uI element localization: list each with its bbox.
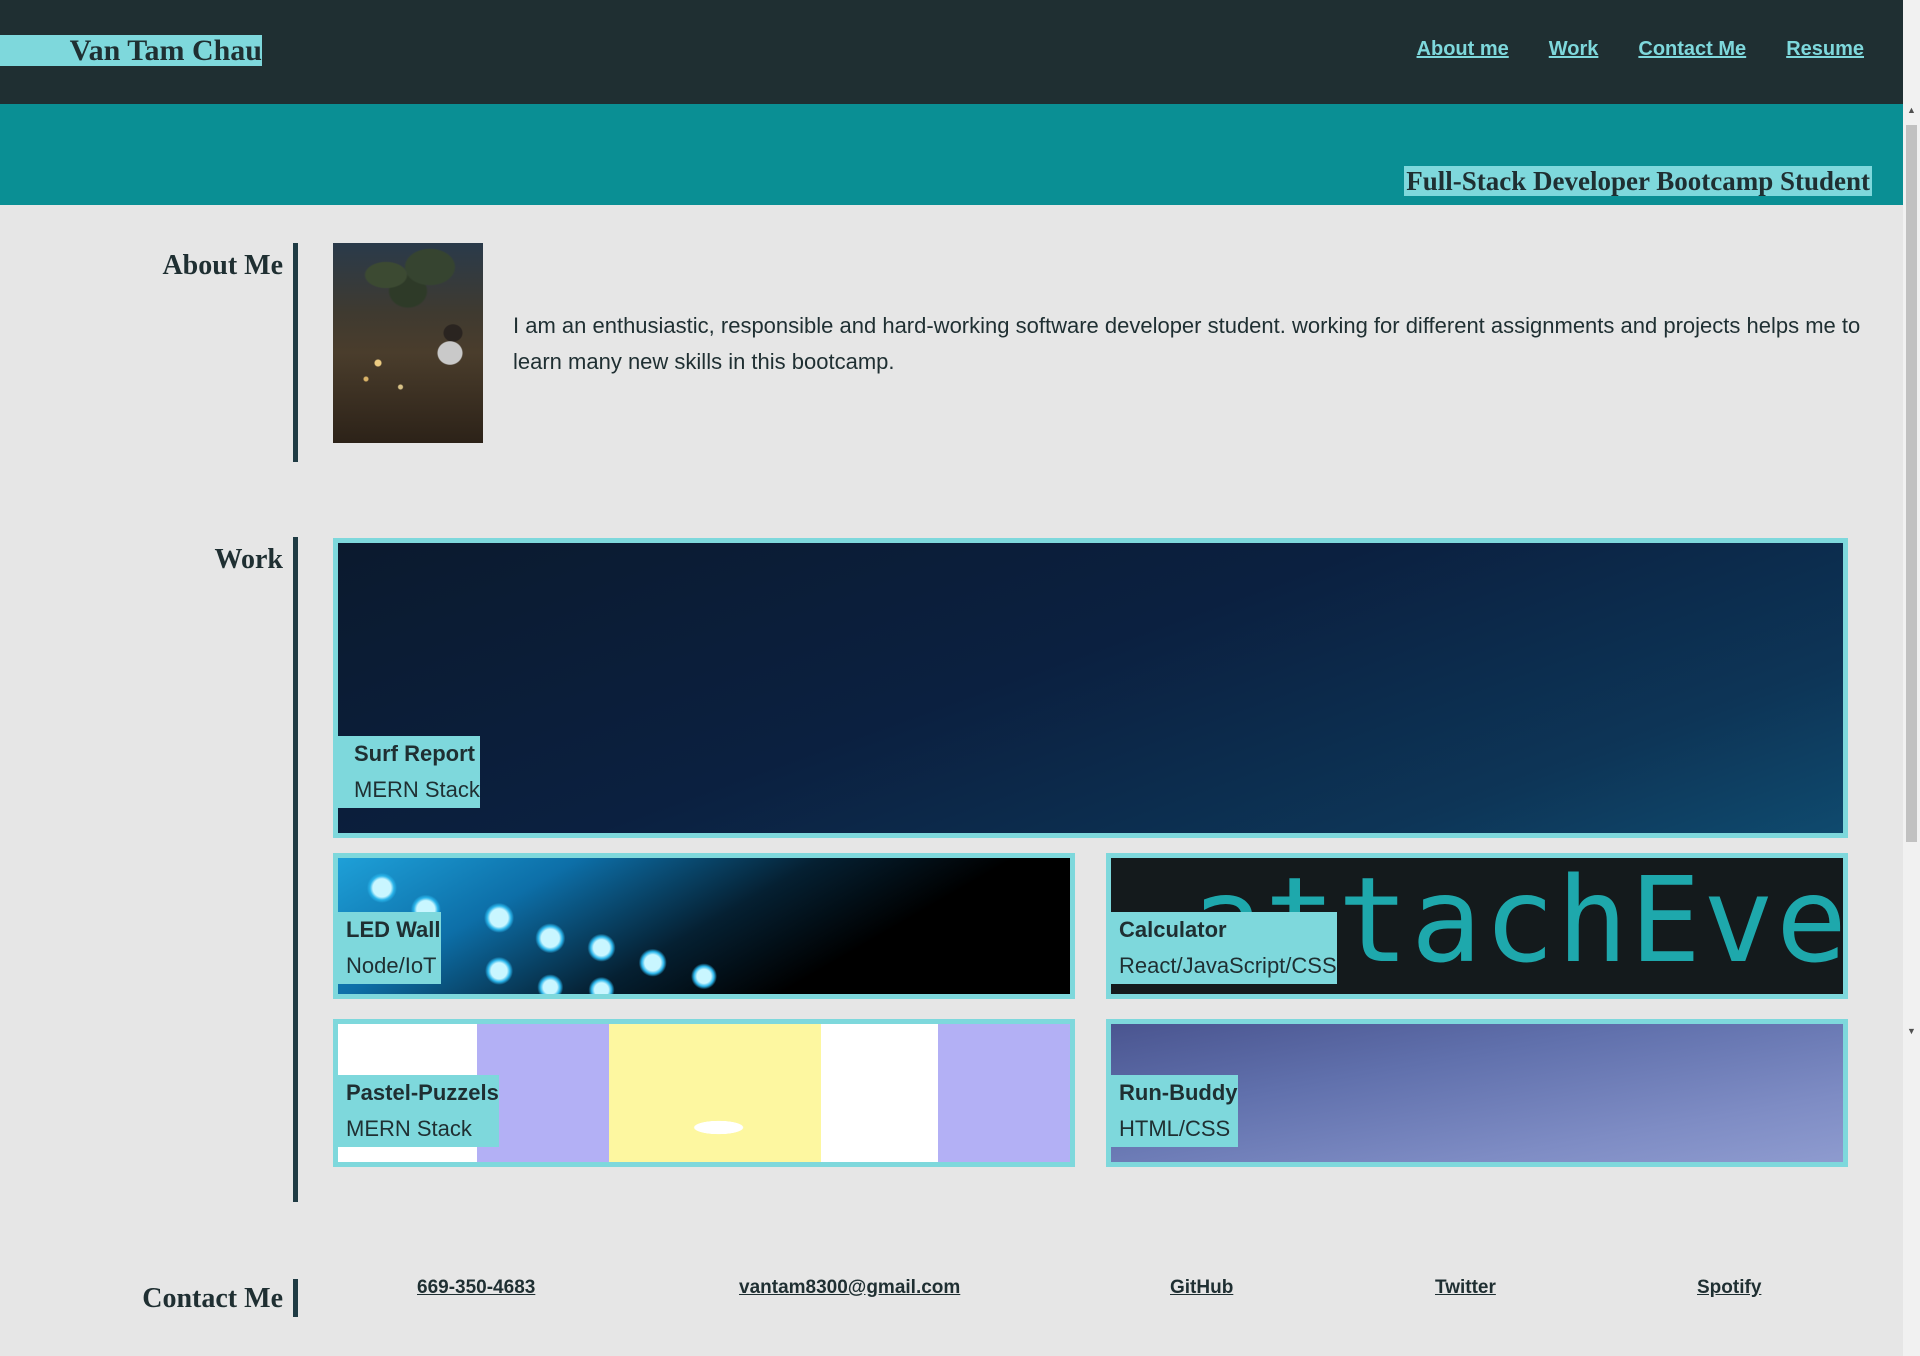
project-stack: MERN Stack — [346, 1116, 472, 1141]
hero-banner: Full-Stack Developer Bootcamp Student — [0, 104, 1903, 205]
work-heading: Work — [214, 544, 283, 575]
contact-twitter-link[interactable]: Twitter — [1435, 1277, 1496, 1299]
project-label: Run-Buddy HTML/CSS — [1111, 1075, 1238, 1147]
project-label: Calculator React/JavaScript/CSS — [1111, 912, 1337, 984]
project-card-calculator[interactable]: attachEve Calculator React/JavaScript/CS… — [1106, 853, 1848, 999]
contact-email-link[interactable]: vantam8300@gmail.com — [739, 1277, 960, 1299]
project-title: Calculator — [1119, 917, 1227, 942]
project-stack: Node/IoT — [346, 953, 437, 978]
nav-contact-link[interactable]: Contact Me — [1638, 38, 1746, 61]
contact-phone-link[interactable]: 669-350-4683 — [417, 1277, 535, 1299]
work-divider — [293, 537, 298, 1202]
contact-divider — [293, 1279, 298, 1317]
project-label: Pastel-Puzzels MERN Stack — [338, 1075, 499, 1147]
nav-resume-link[interactable]: Resume — [1786, 38, 1864, 61]
contact-spotify-link[interactable]: Spotify — [1697, 1277, 1761, 1299]
contact-heading: Contact Me — [142, 1283, 283, 1314]
page-scrollbar[interactable]: ▲ ▼ — [1903, 0, 1920, 1356]
contact-github-link[interactable]: GitHub — [1170, 1277, 1233, 1299]
project-title: Run-Buddy — [1119, 1080, 1238, 1105]
project-stack: HTML/CSS — [1119, 1116, 1231, 1141]
about-text: I am an enthusiastic, responsible and ha… — [513, 313, 1861, 374]
project-stack: React/JavaScript/CSS — [1119, 953, 1337, 978]
project-title: Surf Report — [354, 741, 475, 766]
project-card-surf-report[interactable]: Surf Report MERN Stack — [333, 538, 1848, 838]
scroll-up-icon[interactable]: ▲ — [1903, 102, 1920, 119]
site-header: Van Tam Chau About me Work Contact Me Re… — [0, 0, 1903, 104]
project-card-pastel-puzzels[interactable]: Pastel-Puzzels MERN Stack — [333, 1019, 1075, 1167]
project-title: LED Wall — [346, 917, 441, 942]
about-heading: About Me — [162, 250, 283, 281]
profile-photo — [333, 243, 483, 443]
project-card-led-wall[interactable]: LED Wall Node/IoT — [333, 853, 1075, 999]
nav-about-link[interactable]: About me — [1417, 38, 1509, 61]
scroll-down-icon[interactable]: ▼ — [1903, 1023, 1920, 1040]
project-image — [338, 858, 1070, 994]
project-title: Pastel-Puzzels — [346, 1080, 499, 1105]
scrollbar-thumb[interactable] — [1906, 125, 1917, 842]
main-nav: About me Work Contact Me Resume — [1417, 38, 1864, 61]
site-brand: Van Tam Chau — [0, 35, 262, 66]
project-stack: MERN Stack — [354, 777, 480, 802]
project-card-run-buddy[interactable]: Run-Buddy HTML/CSS — [1106, 1019, 1848, 1167]
nav-work-link[interactable]: Work — [1549, 38, 1599, 61]
hero-tagline: Full-Stack Developer Bootcamp Student — [1404, 166, 1872, 196]
project-label: Surf Report MERN Stack — [338, 736, 480, 808]
about-divider — [293, 243, 298, 462]
project-label: LED Wall Node/IoT — [338, 912, 441, 984]
